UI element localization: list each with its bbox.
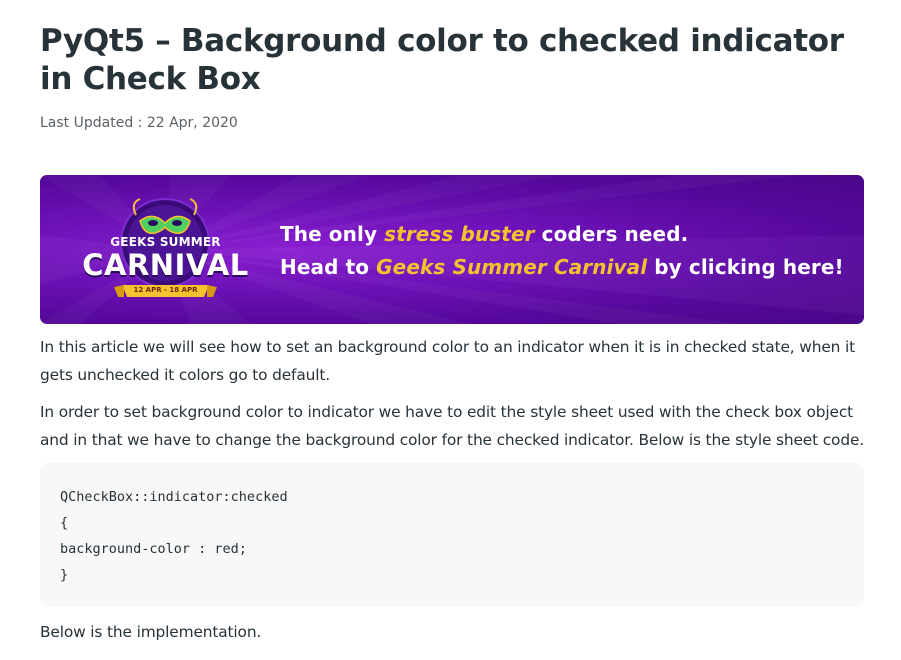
banner-highlight-stress-buster: stress buster [384, 222, 535, 246]
intro-paragraph: In this article we will see how to set a… [40, 338, 855, 384]
logo-main-text: CARNIVAL [82, 248, 249, 282]
banner-line-1: The only stress buster coders need. [280, 222, 689, 246]
geeks-summer-carnival-banner[interactable]: GEEKS SUMMER CARNIVAL 12 APR - 18 APR Th… [40, 175, 864, 324]
article: PyQt5 – Background color to checked indi… [40, 0, 864, 641]
banner-promo-text: The only stress buster coders need. Head… [280, 218, 844, 284]
last-updated-date: Last Updated : 22 Apr, 2020 [40, 115, 238, 131]
logo-top-text: GEEKS SUMMER [110, 235, 221, 249]
code-block[interactable]: QCheckBox::indicator:checked { backgroun… [40, 463, 864, 607]
article-title: PyQt5 – Background color to checked indi… [40, 23, 844, 97]
stylesheet-paragraph: In order to set background color to indi… [40, 403, 865, 449]
code-line: } [60, 567, 69, 583]
banner-highlight-carnival: Geeks Summer Carnival [376, 255, 648, 279]
code-line: background-color : red; [60, 541, 247, 557]
carnival-logo: GEEKS SUMMER CARNIVAL 12 APR - 18 APR [78, 193, 253, 308]
code-line: { [60, 515, 69, 531]
logo-dates-text: 12 APR - 18 APR [133, 286, 198, 294]
banner-line-2: Head to Geeks Summer Carnival by clickin… [280, 255, 844, 279]
code-line: QCheckBox::indicator:checked [60, 489, 288, 505]
implementation-paragraph: Below is the implementation. [40, 623, 262, 641]
code-content: QCheckBox::indicator:checked { backgroun… [60, 484, 288, 588]
